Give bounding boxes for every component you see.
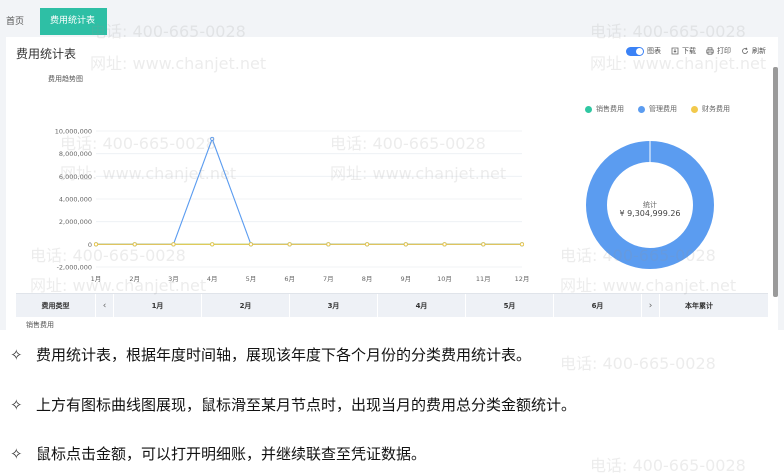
sparkle-icon: ✧ xyxy=(10,444,23,463)
x-tick-label: 11月 xyxy=(476,275,491,283)
th-month[interactable]: 1月 xyxy=(114,294,202,317)
print-label: 打印 xyxy=(717,47,731,55)
x-tick-label: 3月 xyxy=(168,275,179,283)
x-tick-label: 7月 xyxy=(323,275,334,283)
legend-label: 销售费用 xyxy=(596,105,624,113)
th-month[interactable]: 6月 xyxy=(554,294,642,317)
data-point xyxy=(365,242,370,247)
download-button[interactable]: 下载 xyxy=(671,46,696,56)
y-tick-label: 2,000,000 xyxy=(59,218,92,226)
legend-label: 财务费用 xyxy=(702,105,730,113)
tab-label: 费用统计表 xyxy=(50,16,96,26)
chart-card: 费用趋势图 10,000,000 8,000,000 6,000,000 4,000,… xyxy=(10,63,770,291)
data-point xyxy=(93,242,99,247)
x-tick-label: 1月 xyxy=(91,275,102,283)
legend-label: 管理费用 xyxy=(649,105,677,113)
tab-home[interactable]: 首页 xyxy=(6,14,24,27)
data-point xyxy=(248,242,253,247)
y-tick-label: 10,000,000 xyxy=(55,128,92,136)
x-tick-label: 6月 xyxy=(284,275,295,283)
x-tick-label: 5月 xyxy=(246,275,257,283)
x-tick-label: 8月 xyxy=(362,275,373,283)
y-tick-label: 8,000,000 xyxy=(59,150,92,158)
printer-icon xyxy=(706,47,714,55)
download-icon xyxy=(671,47,679,55)
y-tick-label: -2,000,000 xyxy=(57,264,92,272)
y-tick-label: 4,000,000 xyxy=(59,196,92,204)
x-tick-label: 4月 xyxy=(207,275,218,283)
note-text: 鼠标点击金额，可以打开明细账，并继续联查至凭证数据。 xyxy=(36,445,427,463)
toolbar: 图表 下载 打印 刷新 xyxy=(626,46,766,56)
chart-toggle[interactable]: 图表 xyxy=(626,46,661,56)
chart-legend: 销售费用 管理费用 财务费用 xyxy=(585,104,730,114)
table-row[interactable]: 销售费用 xyxy=(16,318,768,330)
y-tick-label: 6,000,000 xyxy=(59,173,92,181)
x-tick-label: 12月 xyxy=(515,275,530,283)
tab-expense-stats[interactable]: 费用统计表 × xyxy=(40,8,107,53)
donut-center-value: ¥ 9,304,999.26 xyxy=(619,209,681,218)
series-line xyxy=(96,137,522,245)
x-tick-label: 9月 xyxy=(400,275,411,283)
chart-toggle-label: 图表 xyxy=(647,47,661,55)
th-month[interactable]: 2月 xyxy=(202,294,290,317)
data-point xyxy=(210,242,215,247)
data-point xyxy=(442,242,447,247)
sparkle-icon: ✧ xyxy=(10,345,23,364)
th-month[interactable]: 5月 xyxy=(466,294,554,317)
note-item: ✧ 鼠标点击金额，可以打开明细账，并继续联查至凭证数据。 xyxy=(10,443,426,464)
data-point xyxy=(171,242,176,247)
note-item: ✧ 上方有图标曲线图展现，鼠标滑至某月节点时，出现当月的费用总分类金额统计。 xyxy=(10,394,576,415)
note-item: ✧ 费用统计表，根据年度时间轴，展现该年度下各个月份的分类费用统计表。 xyxy=(10,344,531,365)
toggle-switch-icon[interactable] xyxy=(626,46,644,56)
th-expense-type[interactable]: 费用类型 xyxy=(16,294,96,317)
refresh-label: 刷新 xyxy=(752,47,766,55)
th-month[interactable]: 4月 xyxy=(378,294,466,317)
main-panel: 费用统计表 图表 下载 打印 刷新 费用趋势图 10,000,000 8,000… xyxy=(6,37,778,330)
data-point xyxy=(519,242,525,247)
data-point xyxy=(210,136,215,141)
th-month[interactable]: 3月 xyxy=(290,294,378,317)
legend-dot xyxy=(585,105,592,113)
vertical-scrollbar[interactable] xyxy=(773,67,778,297)
data-point xyxy=(287,242,292,247)
next-months-arrow-icon[interactable]: › xyxy=(642,294,660,317)
data-point xyxy=(132,242,137,247)
page-title: 费用统计表 xyxy=(16,47,77,61)
th-year-total[interactable]: 本年累计 xyxy=(660,294,738,317)
legend-dot xyxy=(638,105,645,113)
legend-item-admin[interactable]: 管理费用 xyxy=(638,104,677,114)
data-point xyxy=(326,242,331,247)
prev-months-arrow-icon[interactable]: ‹ xyxy=(96,294,114,317)
data-point xyxy=(403,242,408,247)
table-header: 费用类型 ‹ 1月 2月 3月 4月 5月 6月 › 本年累计 xyxy=(16,293,768,317)
legend-item-sales[interactable]: 销售费用 xyxy=(585,104,624,114)
y-tick-label: 0 xyxy=(88,241,92,249)
download-label: 下载 xyxy=(682,47,696,55)
note-text: 上方有图标曲线图展现，鼠标滑至某月节点时，出现当月的费用总分类金额统计。 xyxy=(36,396,577,414)
legend-item-finance[interactable]: 财务费用 xyxy=(691,104,730,114)
refresh-button[interactable]: 刷新 xyxy=(741,46,766,56)
x-tick-label: 2月 xyxy=(129,275,140,283)
tab-bar: 首页 费用统计表 × xyxy=(0,8,784,53)
sparkle-icon: ✧ xyxy=(10,395,23,414)
description-notes: ✧ 费用统计表，根据年度时间轴，展现该年度下各个月份的分类费用统计表。 ✧ 上方… xyxy=(0,330,784,474)
refresh-icon xyxy=(742,47,748,54)
legend-dot xyxy=(691,105,698,113)
app-window: 首页 费用统计表 × 费用统计表 图表 下载 打印 xyxy=(0,0,784,330)
data-point xyxy=(481,242,486,247)
x-tick-label: 10月 xyxy=(437,275,452,283)
line-chart[interactable]: 10,000,000 8,000,000 6,000,000 4,000,000 2,0… xyxy=(10,63,550,291)
row-label: 销售费用 xyxy=(26,321,54,329)
print-button[interactable]: 打印 xyxy=(706,46,731,56)
note-text: 费用统计表，根据年度时间轴，展现该年度下各个月份的分类费用统计表。 xyxy=(36,346,532,364)
